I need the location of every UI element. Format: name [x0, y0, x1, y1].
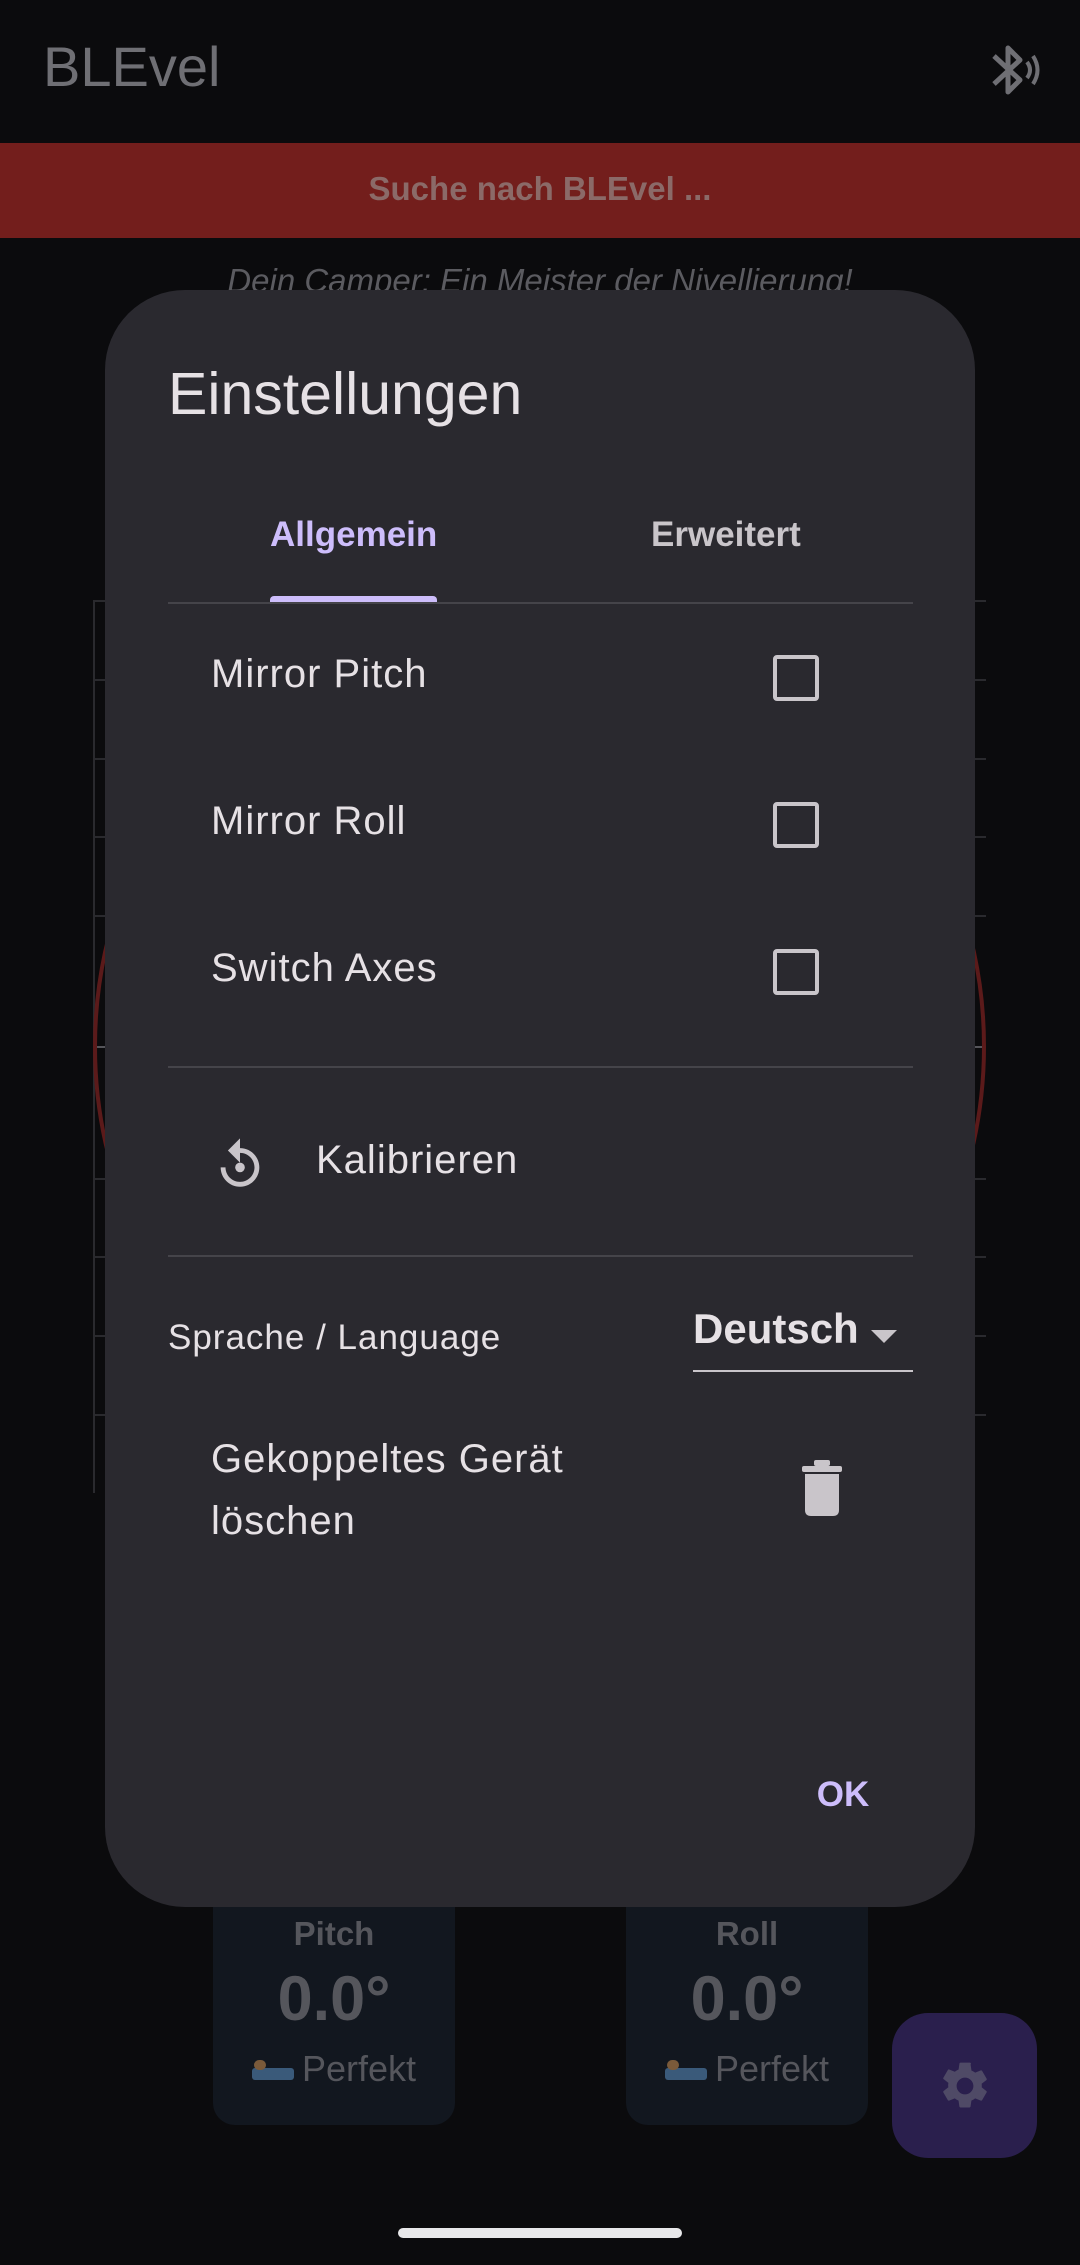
pitch-value: 0.0° — [277, 1964, 391, 2034]
ok-button[interactable]: OK — [785, 1755, 901, 1835]
dropdown-arrow-icon — [871, 1330, 897, 1343]
mirror-roll-checkbox[interactable] — [773, 802, 819, 848]
banner-text: Suche nach BLEvel ... — [368, 170, 712, 207]
pitch-status-text: Perfekt — [301, 2048, 417, 2089]
app-bar: BLEvel — [0, 0, 1080, 143]
bed-icon — [251, 2060, 294, 2082]
calibrate-button[interactable]: Kalibrieren — [316, 1138, 518, 1183]
mirror-pitch-label: Mirror Pitch — [211, 652, 428, 696]
mirror-pitch-checkbox[interactable] — [773, 655, 819, 701]
app-title: BLEvel — [43, 35, 221, 98]
options-divider — [168, 1066, 913, 1068]
pitch-status: Perfekt — [213, 2048, 455, 2090]
roll-value: 0.0° — [690, 1964, 804, 2034]
screen: BLEvel Suche nach BLEvel ... Dein Camper… — [0, 0, 1080, 2265]
tab-erweitert[interactable]: Erweitert — [651, 515, 801, 555]
bluetooth-searching-icon[interactable] — [986, 40, 1042, 100]
roll-card: Roll 0.0° Perfekt — [626, 1900, 868, 2125]
roll-status: Perfekt — [626, 2048, 868, 2090]
dialog-title: Einstellungen — [168, 361, 523, 427]
mirror-roll-label: Mirror Roll — [211, 799, 407, 843]
home-indicator[interactable] — [398, 2228, 682, 2238]
language-dropdown[interactable]: Deutsch — [693, 1300, 913, 1372]
pitch-label: Pitch — [293, 1915, 375, 1952]
trash-icon[interactable] — [798, 1460, 846, 1516]
delete-device-label: Gekoppeltes Gerät löschen — [211, 1437, 564, 1543]
language-label: Sprache / Language — [168, 1318, 502, 1357]
switch-axes-checkbox[interactable] — [773, 949, 819, 995]
roll-label: Roll — [715, 1915, 779, 1952]
calibrate-divider — [168, 1255, 913, 1257]
status-banner: Suche nach BLEvel ... — [0, 143, 1080, 238]
switch-axes-label: Switch Axes — [211, 946, 438, 990]
roll-status-text: Perfekt — [714, 2048, 830, 2089]
tabs-divider — [168, 602, 913, 604]
language-value: Deutsch — [693, 1305, 859, 1352]
tab-allgemein[interactable]: Allgemein — [270, 515, 437, 555]
settings-dialog: Einstellungen Allgemein Erweitert Mirror… — [105, 290, 975, 1907]
restart-icon[interactable] — [211, 1136, 269, 1194]
pitch-card: Pitch 0.0° Perfekt — [213, 1900, 455, 2125]
gear-icon — [943, 2062, 987, 2108]
bed-icon — [664, 2060, 707, 2082]
settings-fab[interactable] — [892, 2013, 1037, 2158]
